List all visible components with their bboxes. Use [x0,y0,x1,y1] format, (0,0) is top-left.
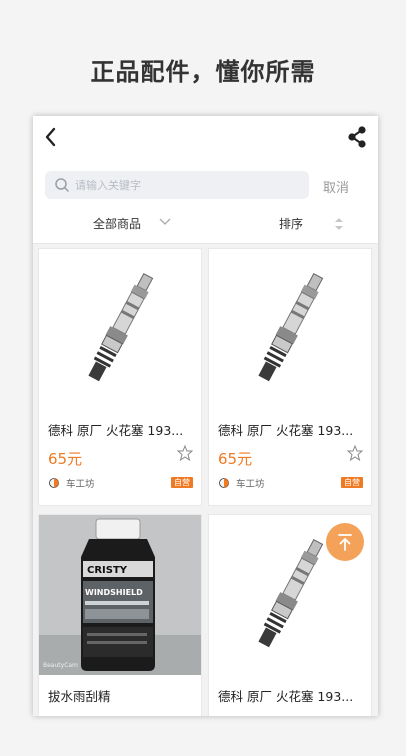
svg-text:CRISTY: CRISTY [87,565,128,576]
cancel-button[interactable]: 取消 [323,177,349,196]
top-bar [33,116,378,160]
back-arrow-icon[interactable] [43,126,57,148]
product-image: CRISTY WINDSHIELD BeautyCam [39,515,201,675]
back-to-top-button[interactable] [326,523,364,561]
category-filter-label[interactable]: 全部商品 [93,215,141,232]
page-headline: 正品配件，懂你所需 [90,58,316,86]
product-image [39,249,201,409]
svg-text:WINDSHIELD: WINDSHIELD [85,588,143,597]
product-grid: 德科 原厂 火花塞 193... 65元 车工坊 自营 德科 原厂 火花塞 19… [33,243,378,716]
product-name: 拔水雨刮精 [48,689,111,704]
windshield-bottle-image: CRISTY WINDSHIELD BeautyCam [39,515,201,675]
product-card[interactable]: CRISTY WINDSHIELD BeautyCam 拔水雨刮精 [38,514,202,716]
favorite-star-icon[interactable] [347,445,363,461]
product-name: 德科 原厂 火花塞 193... [218,423,354,438]
arrow-up-icon [338,534,352,551]
share-icon[interactable] [346,125,368,149]
sort-filter-label[interactable]: 排序 [279,215,303,232]
spark-plug-image [88,272,154,382]
chevron-down-icon[interactable] [159,217,171,227]
spark-plug-image [258,272,324,382]
product-card[interactable]: 德科 原厂 火花塞 193... 65元 车工坊 自营 [38,248,202,506]
search-icon [55,178,69,192]
self-operated-tag: 自营 [341,477,363,488]
search-box [45,171,309,199]
product-card[interactable]: 德科 原厂 火花塞 193... 65元 车工坊 自营 [208,248,372,506]
phone-screen: 取消 全部商品 排序 [33,116,378,716]
shop-name: 车工坊 [236,479,265,490]
svg-text:BeautyCam: BeautyCam [43,662,78,669]
product-image [209,249,371,409]
shop-logo-icon [219,478,229,488]
search-input[interactable] [75,175,301,195]
favorite-star-icon[interactable] [177,445,193,461]
product-price: 65元 [218,450,253,468]
self-operated-tag: 自营 [171,477,193,488]
shop-name: 车工坊 [66,479,95,490]
shop-logo-icon [49,478,59,488]
sort-arrows-icon[interactable] [334,216,344,232]
product-name: 德科 原厂 火花塞 193... [48,423,184,438]
product-price: 65元 [48,450,83,468]
product-name: 德科 原厂 火花塞 193... [218,689,354,704]
